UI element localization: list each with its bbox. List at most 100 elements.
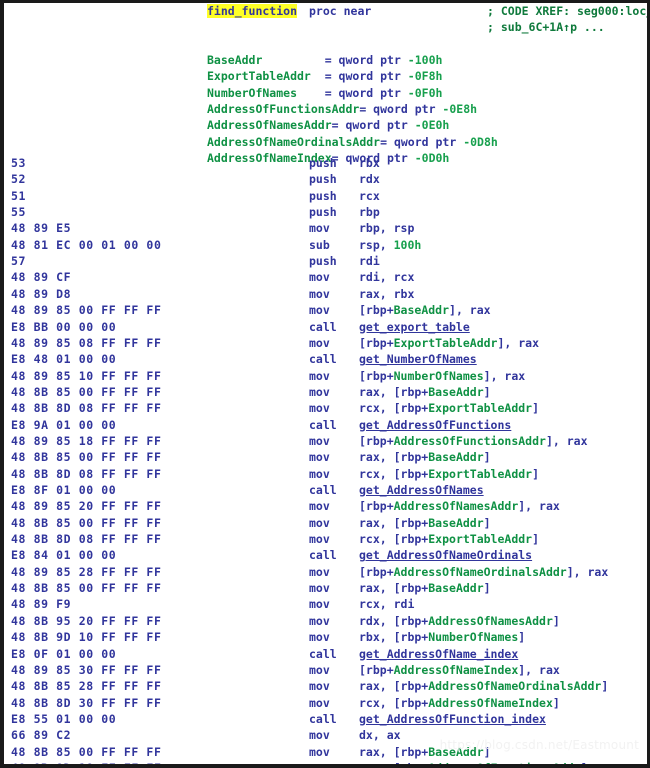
call-target-link[interactable]: get_AddressOfNames — [359, 483, 484, 497]
instruction-mnemonic[interactable]: call — [309, 547, 337, 563]
operand-variable-ref[interactable]: NumberOfNames — [428, 630, 518, 644]
instruction-mnemonic[interactable]: mov — [309, 286, 330, 302]
instruction-operands[interactable]: rcx, [rbp+AddressOfNameIndex] — [359, 695, 560, 711]
instruction-operands[interactable]: rax, [rbp+BaseAddr] — [359, 449, 491, 465]
instruction-operands[interactable]: rcx — [359, 188, 380, 204]
call-target-link[interactable]: get_AddressOfFunctions — [359, 418, 511, 432]
stack-variable-name[interactable]: AddressOfFunctionsAddr — [207, 102, 359, 116]
stack-variable-name[interactable]: ExportTableAddr — [207, 69, 325, 83]
instruction-operands[interactable]: rdx — [359, 171, 380, 187]
instruction-mnemonic[interactable]: call — [309, 482, 337, 498]
instruction-operands[interactable]: rax, [rbp+BaseAddr] — [359, 580, 491, 596]
operand-variable-ref[interactable]: AddressOfNameOrdinalsAddr — [394, 565, 567, 579]
instruction-operands[interactable]: get_NumberOfNames — [359, 351, 477, 367]
operand-variable-ref[interactable]: AddressOfNamesAddr — [394, 499, 519, 513]
instruction-operands[interactable]: [rbp+AddressOfFunctionsAddr], rax — [359, 433, 588, 449]
instruction-row[interactable]: E8 8F 01 00 00 call get_AddressOfNames — [4, 482, 647, 498]
instruction-mnemonic[interactable]: sub — [309, 237, 330, 253]
stack-variable-name[interactable]: AddressOfNameOrdinalsAddr — [207, 135, 380, 149]
instruction-mnemonic[interactable]: mov — [309, 613, 330, 629]
instruction-operands[interactable]: rsp, 100h — [359, 237, 421, 253]
operand-variable-ref[interactable]: NumberOfNames — [394, 369, 484, 383]
instruction-mnemonic[interactable]: mov — [309, 220, 330, 236]
instruction-row[interactable]: 55 push rbp — [4, 204, 647, 220]
instruction-operands[interactable]: rcx, [rbp+ExportTableAddr] — [359, 531, 539, 547]
instruction-row[interactable]: E8 9A 01 00 00 call get_AddressOfFunctions — [4, 417, 647, 433]
operand-variable-ref[interactable]: AddressOfFunctionsAddr — [394, 434, 546, 448]
instruction-row[interactable]: 48 89 85 28 FF FF FF mov [rbp+AddressOfNam… — [4, 564, 647, 580]
instruction-operands[interactable]: rbp, rsp — [359, 220, 414, 236]
instruction-operands[interactable]: rcx, [rbp+ExportTableAddr] — [359, 466, 539, 482]
instruction-row[interactable]: 48 8B 85 00 FF FF FF mov rax, [rbp+BaseAdd… — [4, 384, 647, 400]
operand-variable-ref[interactable]: BaseAddr — [428, 581, 483, 595]
instruction-row[interactable]: 48 89 85 30 FF FF FF mov [rbp+AddressOfNam… — [4, 662, 647, 678]
operand-variable-ref[interactable]: ExportTableAddr — [428, 467, 532, 481]
instruction-row[interactable]: 53 push rbx — [4, 155, 647, 171]
instruction-row[interactable]: 48 89 E5 mov rbp, rsp — [4, 220, 647, 236]
instruction-mnemonic[interactable]: mov — [309, 596, 330, 612]
instruction-mnemonic[interactable]: call — [309, 417, 337, 433]
instruction-mnemonic[interactable]: mov — [309, 531, 330, 547]
instruction-operands[interactable]: get_AddressOfNameOrdinals — [359, 547, 532, 563]
operand-variable-ref[interactable]: AddressOfNameOrdinalsAddr — [428, 679, 601, 693]
instruction-mnemonic[interactable]: mov — [309, 269, 330, 285]
instruction-row[interactable]: 48 89 D8 mov rax, rbx — [4, 286, 647, 302]
operand-variable-ref[interactable]: ExportTableAddr — [394, 336, 498, 350]
instruction-operands[interactable]: [rbp+ExportTableAddr], rax — [359, 335, 539, 351]
instruction-operands[interactable]: rax, [rbp+BaseAddr] — [359, 384, 491, 400]
instruction-row[interactable]: 48 8B 9D 10 FF FF FF mov rbx, [rbp+NumberO… — [4, 629, 647, 645]
instruction-row[interactable]: 48 8B 85 00 FF FF FF mov rax, [rbp+BaseAdd… — [4, 515, 647, 531]
instruction-mnemonic[interactable]: call — [309, 351, 337, 367]
instruction-operands[interactable]: get_AddressOfNames — [359, 482, 484, 498]
instruction-mnemonic[interactable]: mov — [309, 335, 330, 351]
instruction-row[interactable]: 48 8B 85 28 FF FF FF mov rax, [rbp+Address… — [4, 678, 647, 694]
call-target-link[interactable]: get_AddressOfName_index — [359, 647, 518, 661]
operand-variable-ref[interactable]: BaseAddr — [428, 385, 483, 399]
stack-variable-name[interactable]: BaseAddr — [207, 53, 325, 67]
instruction-operands[interactable]: get_AddressOfFunction_index — [359, 711, 546, 727]
instruction-mnemonic[interactable]: mov — [309, 744, 330, 760]
instruction-row[interactable]: 51 push rcx — [4, 188, 647, 204]
instruction-mnemonic[interactable]: mov — [309, 400, 330, 416]
stack-variable-declaration[interactable]: BaseAddr = qword ptr -100h — [207, 52, 442, 68]
instruction-row[interactable]: 48 8B 8D 08 FF FF FF mov rcx, [rbp+ExportT… — [4, 466, 647, 482]
stack-variable-row[interactable]: BaseAddr = qword ptr -100h — [4, 52, 647, 68]
instruction-operands[interactable]: [rbp+AddressOfNamesAddr], rax — [359, 498, 560, 514]
instruction-operands[interactable]: rcx, rdi — [359, 596, 414, 612]
instruction-row[interactable]: 52 push rdx — [4, 171, 647, 187]
instruction-operands[interactable]: rcx, [rbp+ExportTableAddr] — [359, 400, 539, 416]
operand-variable-ref[interactable]: BaseAddr — [428, 450, 483, 464]
call-target-link[interactable]: get_AddressOfFunction_index — [359, 712, 546, 726]
instruction-operands[interactable]: rdi, rcx — [359, 269, 414, 285]
stack-variable-name[interactable]: AddressOfNamesAddr — [207, 118, 332, 132]
instruction-operands[interactable]: [rbp+NumberOfNames], rax — [359, 368, 525, 384]
instruction-mnemonic[interactable]: mov — [309, 498, 330, 514]
operand-variable-ref[interactable]: AddressOfFunctionsAddr — [428, 761, 580, 764]
instruction-mnemonic[interactable]: mov — [309, 727, 330, 743]
instruction-row[interactable]: 57 push rdi — [4, 253, 647, 269]
instruction-row[interactable]: 48 8B 95 20 FF FF FF mov rdx, [rbp+Address… — [4, 613, 647, 629]
instruction-mnemonic[interactable]: mov — [309, 580, 330, 596]
instruction-operands[interactable]: rdx, [rbp+AddressOfNamesAddr] — [359, 613, 560, 629]
instruction-mnemonic[interactable]: mov — [309, 695, 330, 711]
instruction-operands[interactable]: rbx — [359, 155, 380, 171]
proc-header-row[interactable]: find_function proc near ; CODE XREF: seg… — [4, 3, 647, 19]
instruction-row[interactable]: 48 89 85 18 FF FF FF mov [rbp+AddressOfFun… — [4, 433, 647, 449]
instruction-mnemonic[interactable]: call — [309, 319, 337, 335]
instruction-row[interactable]: 48 8B 85 00 FF FF FF mov rax, [rbp+BaseAdd… — [4, 580, 647, 596]
operand-variable-ref[interactable]: AddressOfNameIndex — [394, 663, 519, 677]
stack-variable-row[interactable]: AddressOfNameOrdinalsAddr= qword ptr -0D… — [4, 134, 647, 150]
stack-variable-row[interactable]: NumberOfNames = qword ptr -0F0h — [4, 85, 647, 101]
instruction-mnemonic[interactable]: push — [309, 188, 337, 204]
instruction-operands[interactable]: [rbp+AddressOfNameOrdinalsAddr], rax — [359, 564, 608, 580]
instruction-row[interactable]: E8 48 01 00 00 call get_NumberOfNames — [4, 351, 647, 367]
instruction-mnemonic[interactable]: mov — [309, 629, 330, 645]
instruction-mnemonic[interactable]: push — [309, 204, 337, 220]
instruction-mnemonic[interactable]: call — [309, 711, 337, 727]
instruction-mnemonic[interactable]: call — [309, 646, 337, 662]
instruction-row[interactable]: 48 89 85 00 FF FF FF mov [rbp+BaseAddr], r… — [4, 302, 647, 318]
instruction-row[interactable]: E8 BB 00 00 00 call get_export_table — [4, 319, 647, 335]
operand-variable-ref[interactable]: ExportTableAddr — [428, 401, 532, 415]
instruction-operands[interactable]: rbx, [rbp+NumberOfNames] — [359, 629, 525, 645]
stack-variable-declaration[interactable]: AddressOfNamesAddr= qword ptr -0E0h — [207, 117, 449, 133]
